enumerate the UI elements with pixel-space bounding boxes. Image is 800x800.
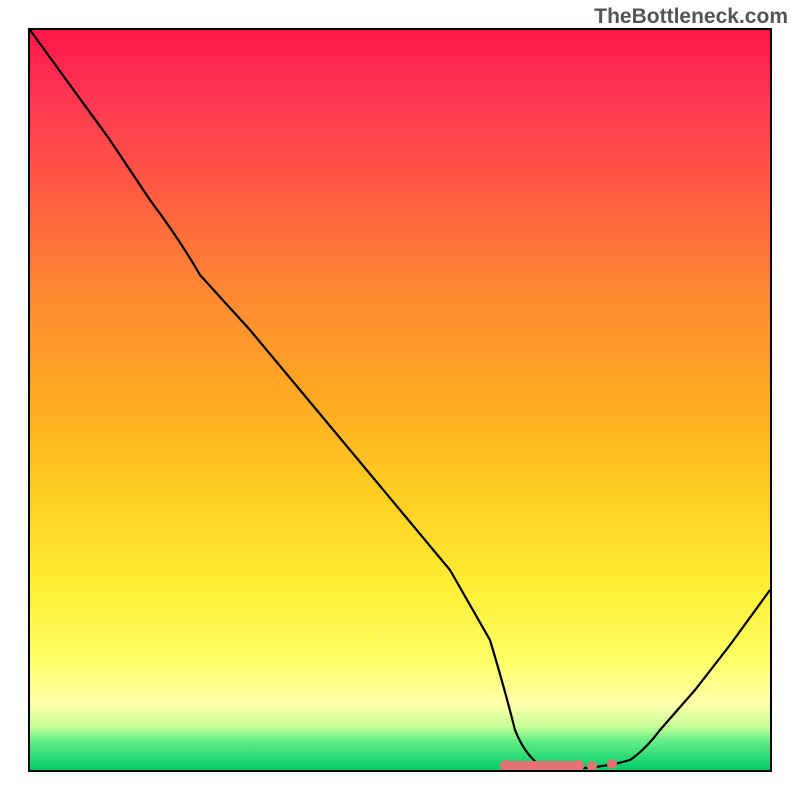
chart-container: TheBottleneck.com bbox=[0, 0, 800, 800]
marker-layer bbox=[30, 30, 770, 770]
optimal-marker-2 bbox=[572, 760, 584, 772]
optimal-range-bar bbox=[506, 761, 576, 771]
watermark-text: TheBottleneck.com bbox=[594, 5, 788, 29]
chart-plot-area bbox=[28, 28, 772, 772]
optimal-marker-3 bbox=[587, 761, 597, 771]
optimal-marker-1 bbox=[500, 760, 512, 772]
optimal-marker-4 bbox=[607, 759, 617, 769]
